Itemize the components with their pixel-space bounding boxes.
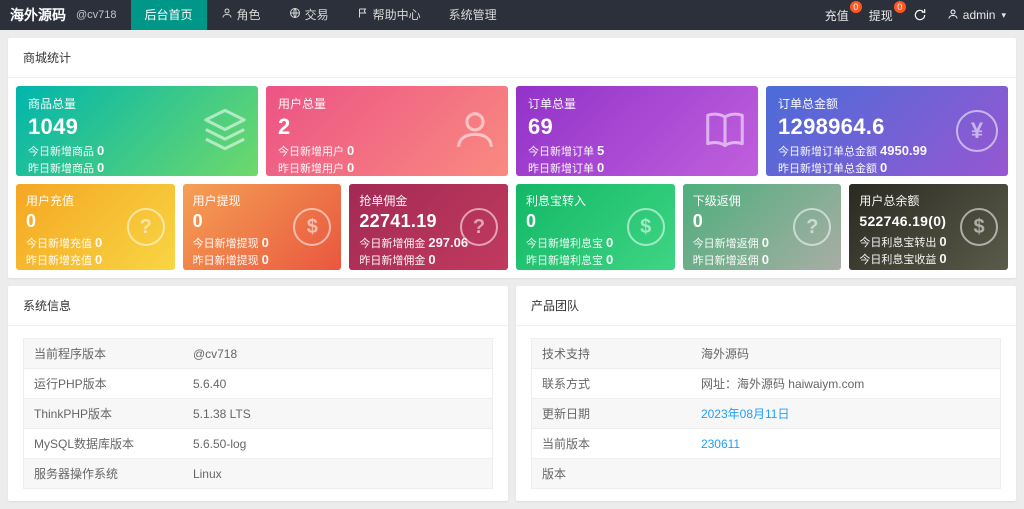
current-version-link[interactable]: 230611 — [690, 428, 1001, 459]
nav-item-home[interactable]: 后台首页 — [130, 0, 207, 30]
stat-card-orders: 订单总量 69 今日新增订单 5 昨日新增订单 0 — [516, 86, 758, 176]
stat-card-withdraw: 用户提现 0 今日新增提现 0 昨日新增提现 0 $ — [182, 184, 342, 270]
product-team-title: 产品团队 — [516, 286, 1016, 326]
system-info-table: 当前程序版本 @cv718 运行PHP版本 5.6.40 ThinkPHP版本 … — [23, 338, 493, 489]
person-icon — [947, 8, 959, 23]
stat-card-commission: 抢单佣金 22741.19 今日新增佣金 297.06 昨日新增佣金 0 ? — [349, 184, 509, 270]
brand-logo: 海外源码 — [10, 7, 66, 23]
bottom-panels: 系统信息 当前程序版本 @cv718 运行PHP版本 5.6.40 ThinkP… — [8, 286, 1016, 501]
stat-card-order-amount: 订单总金额 1298964.6 今日新增订单总金额 4950.99 昨日新增订单总… — [766, 86, 1008, 176]
stat-card-interest-in: 利息宝转入 0 今日新增利息宝 0 昨日新增利息宝 0 $ — [516, 184, 675, 270]
table-row: 技术支持 海外源码 — [531, 338, 1001, 369]
main-nav: 后台首页 角色 交易 帮助中心 系统管理 — [130, 0, 511, 30]
admin-user-menu[interactable]: admin ▾ — [947, 8, 1006, 23]
refresh-icon[interactable] — [913, 8, 927, 22]
mall-stats-panel: 商城统计 商品总量 1049 今日新增商品 0 昨日新增商品 0 用户总量 2 今日… — [8, 38, 1016, 278]
top-navbar: 海外源码 @cv718 后台首页 角色 交易 帮助中心 系统管理 充值 0 提现… — [0, 0, 1024, 30]
stat-card-recharge: 用户充值 0 今日新增充值 0 昨日新增充值 0 ? — [16, 184, 175, 270]
withdraw-link[interactable]: 提现 0 — [869, 0, 906, 24]
flag-icon — [357, 0, 369, 30]
big-stat-cards-row: 商品总量 1049 今日新增商品 0 昨日新增商品 0 用户总量 2 今日新增用户 0… — [8, 78, 1016, 176]
system-info-title: 系统信息 — [8, 286, 508, 326]
small-stat-cards-row: 用户充值 0 今日新增充值 0 昨日新增充值 0 ? 用户提现 0 今日新增提现 0 … — [8, 176, 1016, 278]
stat-card-products: 商品总量 1049 今日新增商品 0 昨日新增商品 0 — [16, 86, 258, 176]
nav-item-system-admin[interactable]: 系统管理 — [435, 0, 511, 30]
table-row: 服务器操作系统 Linux — [23, 458, 493, 489]
table-row: ThinkPHP版本 5.1.38 LTS — [23, 398, 493, 429]
table-row: 联系方式 网址：海外源码 haiwaiym.com — [531, 368, 1001, 399]
nav-item-trade[interactable]: 交易 — [275, 0, 343, 30]
stat-card-total-balance: 用户总余额 522746.19(0) 今日利息宝转出 0 今日利息宝收益 0 $ — [849, 184, 1009, 270]
chevron-down-icon: ▾ — [1001, 9, 1006, 20]
stat-card-users: 用户总量 2 今日新增用户 0 昨日新增用户 0 — [266, 86, 508, 176]
system-info-panel: 系统信息 当前程序版本 @cv718 运行PHP版本 5.6.40 ThinkP… — [8, 286, 508, 501]
stat-card-rebate: 下级返佣 0 今日新增返佣 0 昨日新增返佣 0 ? — [682, 184, 842, 270]
brand-user-tag: @cv718 — [76, 9, 117, 21]
nav-item-roles[interactable]: 角色 — [207, 0, 275, 30]
globe-icon — [289, 0, 301, 30]
table-row: 更新日期 2023年08月11日 — [531, 398, 1001, 429]
navbar-right: 充值 0 提现 0 admin ▾ — [825, 0, 1024, 30]
nav-item-help-center[interactable]: 帮助中心 — [343, 0, 435, 30]
table-row: 运行PHP版本 5.6.40 — [23, 368, 493, 399]
table-row: 当前版本 230611 — [531, 428, 1001, 459]
recharge-badge: 0 — [849, 0, 862, 13]
mall-stats-title: 商城统计 — [8, 38, 1016, 78]
product-team-table: 技术支持 海外源码 联系方式 网址：海外源码 haiwaiym.com 更新日期… — [531, 338, 1001, 489]
table-row: 当前程序版本 @cv718 — [23, 338, 493, 369]
withdraw-badge: 0 — [893, 0, 906, 13]
update-date-link[interactable]: 2023年08月11日 — [690, 398, 1001, 429]
product-team-panel: 产品团队 技术支持 海外源码 联系方式 网址：海外源码 haiwaiym.com… — [516, 286, 1016, 501]
recharge-link[interactable]: 充值 0 — [825, 0, 862, 24]
user-icon — [221, 0, 233, 30]
table-row: 版本 — [531, 458, 1001, 489]
table-row: MySQL数据库版本 5.6.50-log — [23, 428, 493, 459]
